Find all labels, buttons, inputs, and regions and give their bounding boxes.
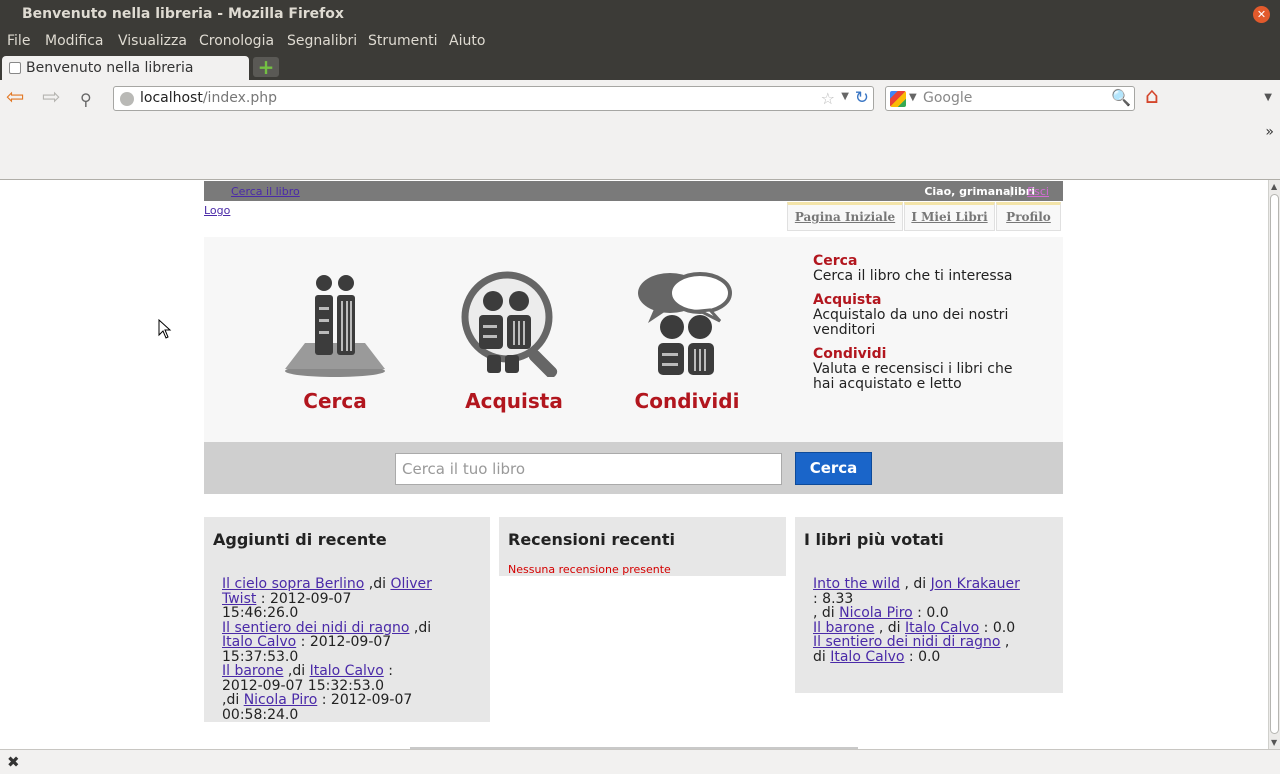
user-greeting: Ciao, grimanalibri — [924, 185, 1035, 198]
top-rated-title: I libri più votati — [804, 530, 944, 549]
features-descriptions: Cerca Cerca il libro che ti interessa Ac… — [813, 254, 1043, 401]
status-bar: ✖ — [0, 749, 1280, 774]
top-rated-list: Into the wild , di Jon Krakauer : 8.33 ,… — [813, 577, 1023, 664]
books-pedestal-icon — [285, 275, 385, 377]
desc-search-title: Cerca — [813, 253, 858, 269]
reload-icon[interactable]: ↻ — [855, 88, 869, 108]
home-icon[interactable]: ⌂ — [1145, 84, 1159, 109]
browser-tab[interactable]: Benvenuto nella libreria — [2, 56, 249, 80]
close-addon-bar-icon[interactable]: ✖ — [7, 753, 20, 771]
list-item: Il cielo sopra Berlino ,di Oliver Twist … — [222, 576, 432, 621]
top-rated-panel: I libri più votati Into the wild , di Jo… — [795, 517, 1063, 693]
scroll-thumb[interactable] — [1270, 194, 1279, 734]
menu-file[interactable]: File — [7, 33, 30, 49]
desc-buy-title: Acquista — [813, 292, 882, 308]
menu-bar: File Modifica Visualizza Cronologia Segn… — [0, 30, 1280, 54]
history-dropdown-icon[interactable]: ⚲ — [80, 88, 92, 112]
page-favicon-icon — [9, 62, 21, 74]
vertical-scrollbar[interactable]: ▲ ▼ — [1268, 180, 1280, 749]
desc-share-text: Valuta e recensisci i libri che hai acqu… — [813, 361, 1013, 392]
magnifier-people-icon — [461, 271, 558, 379]
url-text[interactable]: localhost/index.php — [140, 90, 277, 106]
menu-aiuto[interactable]: Aiuto — [449, 33, 485, 49]
desc-buy: Acquista Acquistalo da uno dei nostri ve… — [813, 293, 1043, 338]
tab-my-books[interactable]: I Miei Libri — [904, 202, 995, 231]
forward-arrow-icon[interactable]: ⇨ — [42, 86, 60, 110]
list-item: Il barone ,di Italo Calvo : 2012-09-07 1… — [222, 663, 393, 694]
window-titlebar: Benvenuto nella libreria - Mozilla Firef… — [0, 0, 1280, 30]
menu-visualizza[interactable]: Visualizza — [118, 33, 187, 49]
tab-profile[interactable]: Profilo — [996, 202, 1061, 231]
reviews-title: Recensioni recenti — [508, 530, 675, 549]
list-item: Il sentiero dei nidi di ragno ,di Italo … — [222, 619, 432, 665]
desc-search-text: Cerca il libro che ti interessa — [813, 268, 1013, 284]
search-button[interactable]: Cerca — [795, 452, 872, 485]
address-bar[interactable]: localhost/index.php ☆ ▼ ↻ — [113, 86, 874, 111]
scroll-up-icon[interactable]: ▲ — [1271, 182, 1277, 191]
scroll-down-icon[interactable]: ▼ — [1271, 738, 1277, 747]
mouse-cursor-icon — [158, 319, 172, 339]
score-text: 0.0 — [918, 648, 941, 665]
recent-list: Il cielo sopra Berlino ,di Oliver Twist … — [222, 577, 432, 722]
author-link[interactable]: Italo Calvo — [830, 649, 904, 665]
navigation-toolbar: ⇦ ⇨ ⚲ localhost/index.php ☆ ▼ ↻ ▼ Google… — [0, 80, 1280, 180]
feature-search-caption: Cerca — [303, 389, 367, 413]
list-item: ,di Nicola Piro : 2012-09-07 00:58:24.0 — [222, 692, 413, 723]
logout-link[interactable]: Esci — [1027, 185, 1049, 198]
features-hero: Cerca Acquista Condividi Cerca Cerca il … — [204, 237, 1063, 442]
tab-home[interactable]: Pagina Iniziale — [787, 202, 903, 231]
page-viewport: Cerca il libro Ciao, grimanalibri | Esci… — [0, 180, 1268, 749]
feature-buy[interactable]: Acquista — [461, 271, 567, 413]
back-arrow-icon[interactable]: ⇦ — [6, 86, 24, 110]
google-engine-icon[interactable] — [890, 91, 906, 107]
recent-title: Aggiunti di recente — [213, 530, 387, 549]
bookmarks-overflow-icon[interactable]: » — [1265, 124, 1274, 140]
logo-link[interactable]: Logo — [204, 204, 230, 217]
tab-strip: Benvenuto nella libreria + — [0, 54, 1280, 80]
book-search-band: Cerca il tuo libro Cerca — [204, 442, 1063, 494]
window-title: Benvenuto nella libreria - Mozilla Firef… — [22, 6, 344, 22]
speech-people-icon — [638, 272, 732, 375]
book-search-input[interactable]: Cerca il tuo libro — [395, 453, 782, 485]
no-reviews-message: Nessuna recensione presente — [508, 563, 671, 576]
desc-share: Condividi Valuta e recensisci i libri ch… — [813, 347, 1043, 392]
desc-search: Cerca Cerca il libro che ti interessa — [813, 254, 1043, 284]
list-item: Il barone , di Italo Calvo : 0.0 — [813, 619, 1016, 636]
user-strip: Cerca il libro Ciao, grimanalibri | Esci — [204, 181, 1063, 201]
close-window-icon[interactable]: ✕ — [1253, 6, 1270, 23]
author-link[interactable]: Jon Krakauer — [931, 576, 1020, 592]
desc-share-title: Condividi — [813, 346, 887, 362]
separator: | — [1009, 184, 1013, 197]
new-tab-icon[interactable]: + — [253, 57, 279, 77]
list-item: Into the wild , di Jon Krakauer : 8.33 — [813, 576, 1020, 607]
feature-buy-caption: Acquista — [465, 389, 563, 413]
feature-share-caption: Condividi — [634, 389, 740, 413]
site-identity-icon[interactable] — [120, 92, 134, 106]
reviews-panel: Recensioni recenti Nessuna recensione pr… — [499, 517, 786, 576]
list-item: , di Nicola Piro : 0.0 — [813, 605, 949, 621]
menu-cronologia[interactable]: Cronologia — [199, 33, 274, 49]
feature-share[interactable]: Condividi — [634, 271, 740, 413]
menu-modifica[interactable]: Modifica — [45, 33, 104, 49]
bookmark-star-icon[interactable]: ☆ — [821, 89, 835, 108]
find-book-link[interactable]: Cerca il libro — [231, 185, 300, 198]
toolbar-overflow-icon[interactable]: ▼ — [1264, 92, 1272, 103]
feature-search[interactable]: Cerca — [282, 271, 388, 413]
search-icon[interactable]: 🔍 — [1111, 88, 1131, 107]
url-dropdown-icon[interactable]: ▼ — [841, 91, 849, 102]
desc-buy-text: Acquistalo da uno dei nostri venditori — [813, 307, 1009, 338]
engine-dropdown-icon[interactable]: ▼ — [909, 92, 917, 103]
tab-label: Benvenuto nella libreria — [26, 60, 194, 76]
menu-strumenti[interactable]: Strumenti — [368, 33, 438, 49]
recent-panel: Aggiunti di recente Il cielo sopra Berli… — [204, 517, 490, 722]
list-item: Il sentiero dei nidi di ragno , di Italo… — [813, 634, 1010, 665]
menu-segnalibri[interactable]: Segnalibri — [287, 33, 357, 49]
search-bar[interactable]: ▼ Google 🔍 — [885, 86, 1135, 111]
search-placeholder: Google — [923, 90, 973, 106]
